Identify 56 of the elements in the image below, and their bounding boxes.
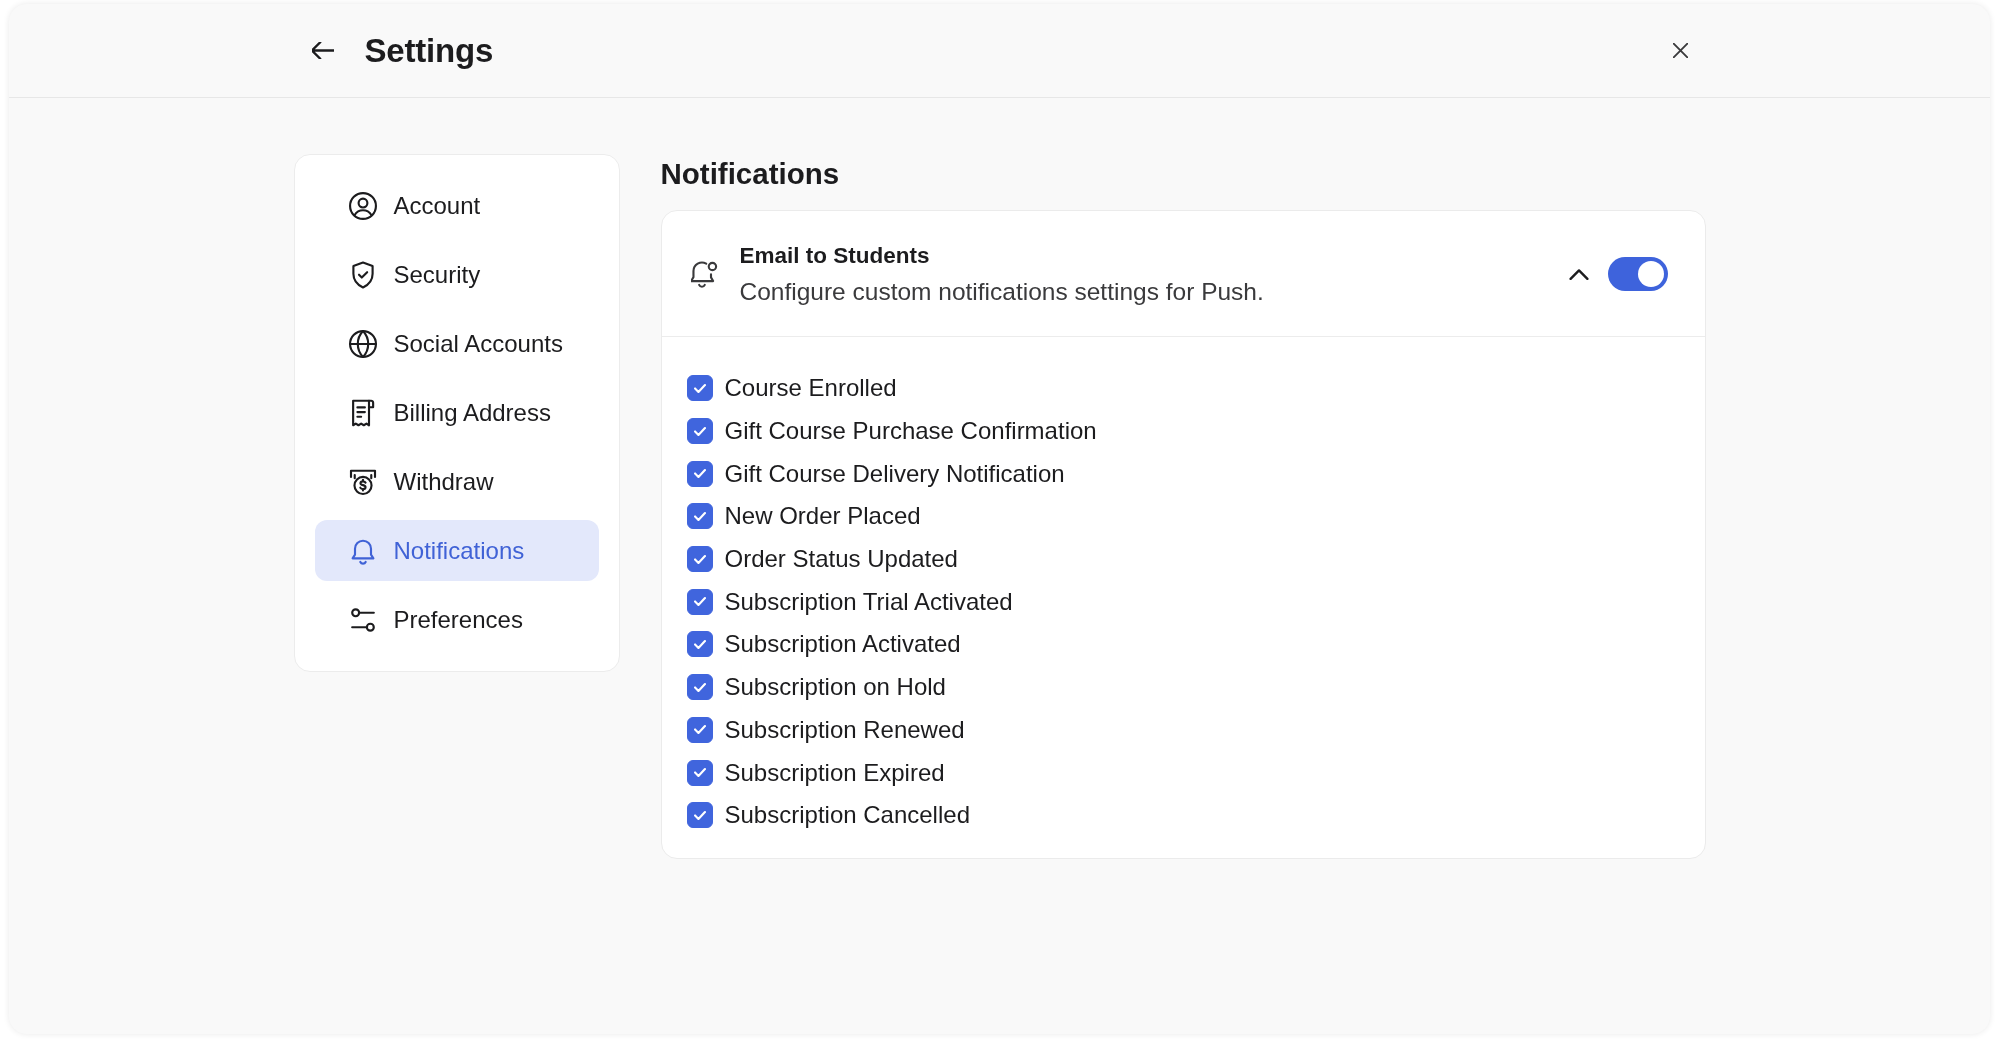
sidebar-item[interactable]: Billing Address bbox=[314, 382, 599, 443]
checkbox[interactable] bbox=[686, 588, 713, 615]
checkmark-icon bbox=[693, 810, 706, 820]
close-icon bbox=[1672, 43, 1688, 58]
section-heading: Notifications bbox=[660, 156, 841, 192]
sidebar-item[interactable]: Account bbox=[314, 175, 599, 236]
notification-group-title: Email to Students bbox=[739, 242, 931, 270]
checkmark-icon bbox=[693, 725, 706, 735]
checkmark-icon bbox=[693, 426, 706, 436]
checkbox[interactable] bbox=[686, 503, 713, 530]
sidebar-item[interactable]: Notifications bbox=[314, 520, 599, 581]
toggle-switch[interactable] bbox=[1607, 256, 1668, 291]
checkbox[interactable] bbox=[686, 375, 713, 402]
checkbox[interactable] bbox=[686, 802, 713, 829]
option-label: Gift Course Delivery Notification bbox=[724, 458, 1065, 489]
globe-icon bbox=[348, 329, 377, 358]
checkbox[interactable] bbox=[686, 716, 713, 743]
arrow-left-icon bbox=[311, 42, 334, 59]
checkbox[interactable] bbox=[686, 674, 713, 701]
page-title: Settings bbox=[364, 30, 494, 71]
checkmark-icon bbox=[693, 511, 706, 521]
chevron-icon bbox=[1568, 267, 1589, 280]
checkmark-icon bbox=[693, 469, 706, 479]
checkbox[interactable] bbox=[686, 631, 713, 658]
option-label: New Order Placed bbox=[724, 501, 921, 532]
option-label: Gift Course Purchase Confirmation bbox=[724, 416, 1097, 447]
sliders-icon bbox=[348, 605, 377, 634]
option-label: Subscription Renewed bbox=[724, 714, 965, 745]
option-label: Subscription Cancelled bbox=[724, 800, 970, 831]
close-button[interactable] bbox=[1672, 43, 1688, 58]
option-label: Course Enrolled bbox=[724, 373, 897, 404]
dollar-coin-icon bbox=[348, 467, 377, 496]
option-label: Subscription Expired bbox=[724, 757, 945, 788]
back-button[interactable] bbox=[311, 42, 334, 59]
sidebar-item[interactable]: Security bbox=[314, 244, 599, 305]
checkmark-icon bbox=[693, 554, 706, 564]
notification-group-description: Configure custom notifications settings for Push. bbox=[739, 277, 1264, 307]
user-circle-icon bbox=[348, 191, 377, 220]
bell-icon bbox=[690, 259, 718, 288]
collapse-button[interactable] bbox=[1568, 267, 1589, 280]
checkmark-icon bbox=[693, 597, 706, 607]
checkmark-icon bbox=[693, 768, 706, 778]
checkbox[interactable] bbox=[686, 546, 713, 573]
sidebar-item[interactable]: Preferences bbox=[314, 589, 599, 650]
checkmark-icon bbox=[693, 383, 706, 393]
option-label: Subscription Activated bbox=[724, 629, 961, 660]
checkbox[interactable] bbox=[686, 759, 713, 786]
checkbox[interactable] bbox=[686, 418, 713, 445]
sidebar-item[interactable]: Withdraw bbox=[314, 451, 599, 512]
option-label: Order Status Updated bbox=[724, 544, 958, 575]
checkmark-icon bbox=[693, 682, 706, 692]
option-label: Subscription on Hold bbox=[724, 672, 946, 703]
checkmark-icon bbox=[693, 639, 706, 649]
checkbox[interactable] bbox=[686, 460, 713, 487]
option-label: Subscription Trial Activated bbox=[724, 586, 1013, 617]
sidebar-item[interactable]: Social Accounts bbox=[314, 313, 599, 374]
